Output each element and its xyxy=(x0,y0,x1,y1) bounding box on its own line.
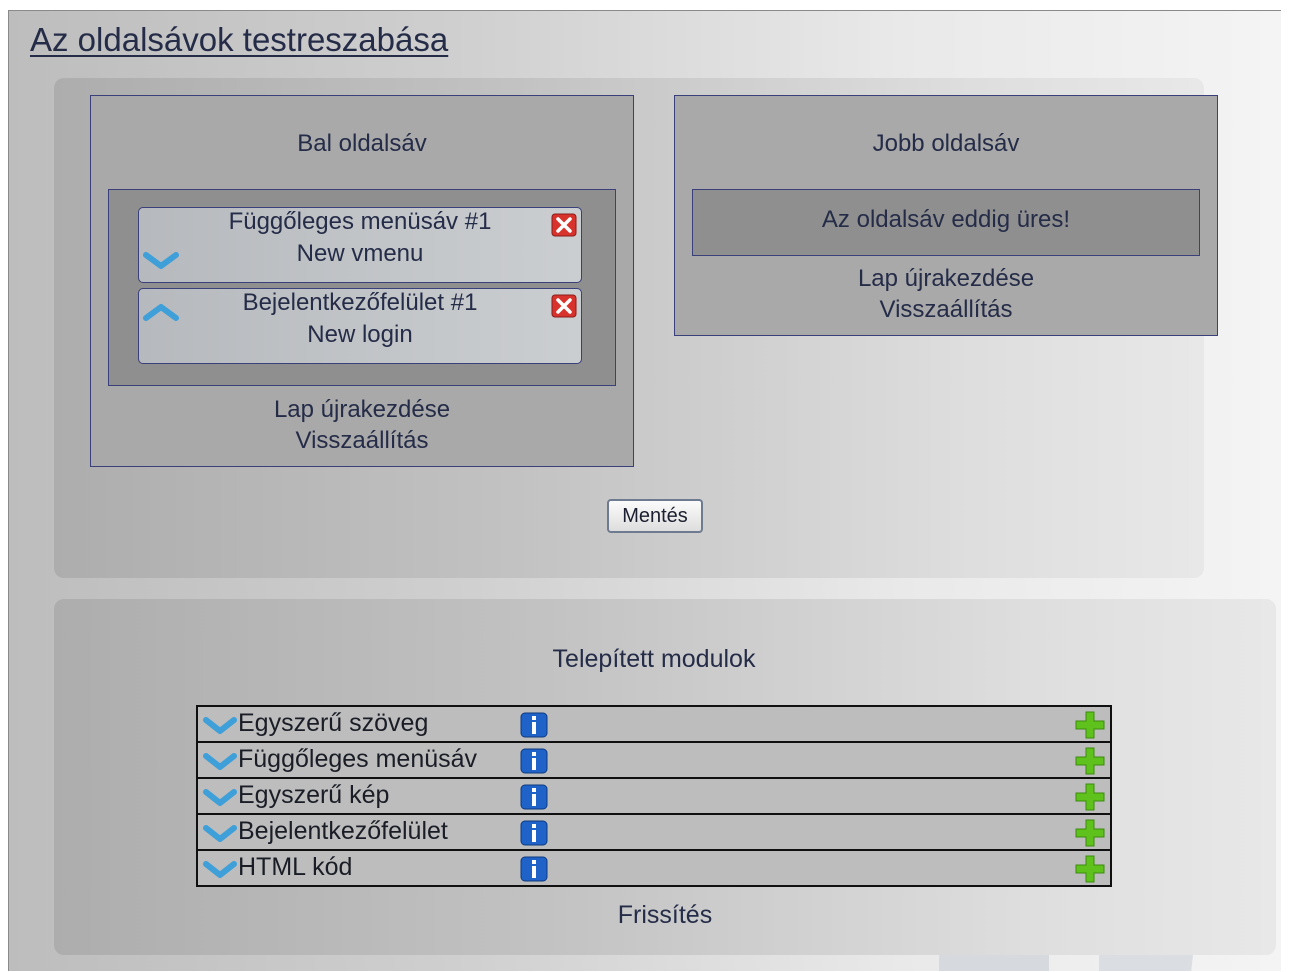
info-icon[interactable] xyxy=(520,712,548,738)
refresh-link[interactable]: Frissítés xyxy=(54,901,1276,930)
left-sidebar-links: Lap újrakezdése Visszaállítás xyxy=(91,394,633,456)
save-button[interactable]: Mentés xyxy=(607,499,703,533)
chevron-down-icon[interactable] xyxy=(203,787,237,809)
main-frame: Az oldalsávok testreszabása Bal oldalsáv… xyxy=(8,10,1281,971)
left-reset-link[interactable]: Lap újrakezdése xyxy=(91,394,633,425)
right-sidebar-box: Jobb oldalsáv Az oldalsáv eddig üres! La… xyxy=(674,95,1218,336)
module-title: Függőleges menüsáv #1 xyxy=(228,208,492,235)
right-sidebar-heading: Jobb oldalsáv xyxy=(872,130,1020,157)
plus-icon[interactable] xyxy=(1074,854,1106,884)
left-sidebar-heading: Bal oldalsáv xyxy=(297,130,427,157)
chevron-down-icon[interactable] xyxy=(143,250,179,272)
chevron-down-icon[interactable] xyxy=(203,715,237,737)
module-subtitle: New vmenu xyxy=(296,240,424,267)
module-name: HTML kód xyxy=(238,853,353,881)
plus-icon[interactable] xyxy=(1074,782,1106,812)
close-icon[interactable] xyxy=(551,213,577,237)
installed-modules-list: Egyszerű szöveg Függőleges menüsáv Egysz… xyxy=(196,705,1112,887)
left-module-login[interactable]: Bejelentkezőfelület #1 New login xyxy=(138,288,582,364)
sidebars-panel: Bal oldalsáv Függőleges menüsáv #1 New v… xyxy=(54,78,1218,578)
module-subtitle: New login xyxy=(307,321,413,348)
module-title: Bejelentkezőfelület #1 xyxy=(242,289,478,316)
info-icon[interactable] xyxy=(520,820,548,846)
left-sidebar-module-area: Függőleges menüsáv #1 New vmenu Bejelent… xyxy=(108,189,616,386)
close-icon[interactable] xyxy=(551,294,577,318)
chevron-up-icon[interactable] xyxy=(143,301,179,323)
list-item: Egyszerű kép xyxy=(196,777,1112,815)
right-sidebar-empty-message: Az oldalsáv eddig üres! xyxy=(692,189,1200,256)
chevron-down-icon[interactable] xyxy=(203,823,237,845)
installed-modules-panel: Telepített modulok Egyszerű szöveg Függő… xyxy=(54,599,1276,955)
plus-icon[interactable] xyxy=(1074,818,1106,848)
installed-modules-heading: Telepített modulok xyxy=(552,645,756,673)
module-name: Egyszerű szöveg xyxy=(238,709,429,737)
left-module-vmenu[interactable]: Függőleges menüsáv #1 New vmenu xyxy=(138,207,582,283)
module-name: Egyszerű kép xyxy=(238,781,390,809)
info-icon[interactable] xyxy=(520,856,548,882)
right-sidebar-links: Lap újrakezdése Visszaállítás xyxy=(675,263,1217,325)
page-title[interactable]: Az oldalsávok testreszabása xyxy=(30,21,448,59)
module-name: Bejelentkezőfelület xyxy=(238,817,448,845)
plus-icon[interactable] xyxy=(1074,710,1106,740)
list-item: HTML kód xyxy=(196,849,1112,887)
list-item: Függőleges menüsáv xyxy=(196,741,1112,779)
info-icon[interactable] xyxy=(520,784,548,810)
right-reset-link[interactable]: Lap újrakezdése xyxy=(675,263,1217,294)
left-sidebar-box: Bal oldalsáv Függőleges menüsáv #1 New v… xyxy=(90,95,634,467)
chevron-down-icon[interactable] xyxy=(203,859,237,881)
module-name: Függőleges menüsáv xyxy=(238,745,478,773)
info-icon[interactable] xyxy=(520,748,548,774)
left-restore-link[interactable]: Visszaállítás xyxy=(91,425,633,456)
plus-icon[interactable] xyxy=(1074,746,1106,776)
list-item: Egyszerű szöveg xyxy=(196,705,1112,743)
list-item: Bejelentkezőfelület xyxy=(196,813,1112,851)
right-restore-link[interactable]: Visszaállítás xyxy=(675,294,1217,325)
chevron-down-icon[interactable] xyxy=(203,751,237,773)
